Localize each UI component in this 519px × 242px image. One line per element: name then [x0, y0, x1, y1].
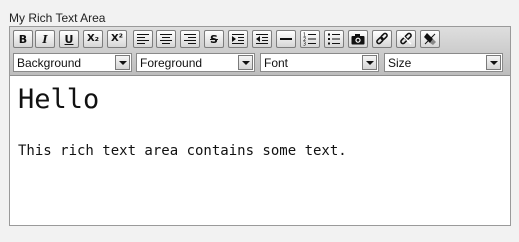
- camera-icon: [351, 34, 365, 45]
- content-paragraph: This rich text area contains some text.: [18, 143, 347, 159]
- chevron-down-icon: [238, 55, 253, 70]
- align-right-button[interactable]: [180, 30, 200, 48]
- align-left-icon: [137, 34, 149, 44]
- unlink-icon: [400, 32, 412, 45]
- underline-button[interactable]: U: [59, 30, 79, 48]
- remove-link-button[interactable]: [396, 30, 416, 48]
- rich-text-area: B I U X₂ X² S 1 2 3 Background Foregroun…: [9, 26, 511, 226]
- insert-image-button[interactable]: [348, 30, 368, 48]
- subscript-button[interactable]: X₂: [83, 30, 103, 48]
- underline-icon: U: [64, 32, 74, 46]
- remove-format-button[interactable]: [420, 30, 440, 48]
- strikethrough-button[interactable]: S: [204, 30, 224, 48]
- ordered-list-button[interactable]: 123: [300, 30, 320, 48]
- background-select-label: Background: [17, 56, 82, 70]
- chevron-down-icon: [486, 55, 501, 70]
- horizontal-rule-button[interactable]: [276, 30, 296, 48]
- italic-icon: I: [42, 32, 48, 46]
- font-select-label: Font: [264, 56, 289, 70]
- superscript-button[interactable]: X²: [107, 30, 127, 48]
- indent-icon: [232, 34, 244, 44]
- link-icon: [376, 32, 388, 45]
- ordered-list-icon: 123: [303, 33, 316, 47]
- bold-icon: B: [18, 32, 28, 46]
- create-link-button[interactable]: [372, 30, 392, 48]
- subscript-icon: X₂: [86, 33, 100, 44]
- font-select[interactable]: Font: [260, 53, 379, 72]
- size-select-label: Size: [388, 56, 412, 70]
- background-color-select[interactable]: Background: [13, 53, 132, 72]
- align-center-button[interactable]: [156, 30, 176, 48]
- align-left-button[interactable]: [133, 30, 153, 48]
- chevron-down-icon: [362, 55, 377, 70]
- unordered-list-button[interactable]: [324, 30, 344, 48]
- content-heading: Hello: [18, 84, 100, 115]
- strikethrough-icon: S: [210, 32, 218, 46]
- size-select[interactable]: Size: [384, 53, 503, 72]
- foreground-select-label: Foreground: [140, 56, 203, 70]
- eraser-icon: [424, 33, 436, 45]
- outdent-icon: [256, 34, 268, 44]
- superscript-icon: X²: [110, 33, 124, 44]
- foreground-color-select[interactable]: Foreground: [136, 53, 255, 72]
- editable-content-area[interactable]: Hello This rich text area contains some …: [10, 76, 510, 225]
- italic-button[interactable]: I: [35, 30, 55, 48]
- bold-button[interactable]: B: [13, 30, 33, 48]
- chevron-down-icon: [115, 55, 130, 70]
- unordered-list-icon: [328, 33, 340, 45]
- horizontal-rule-icon: [280, 38, 292, 40]
- svg-text:3: 3: [303, 42, 306, 47]
- formatting-toolbar: B I U X₂ X² S 1 2 3 Background Foregroun…: [10, 27, 510, 76]
- outdent-button[interactable]: [252, 30, 272, 48]
- align-right-icon: [184, 34, 196, 44]
- indent-button[interactable]: [228, 30, 248, 48]
- align-center-icon: [160, 34, 172, 44]
- rich-text-area-caption: My Rich Text Area: [9, 11, 106, 25]
